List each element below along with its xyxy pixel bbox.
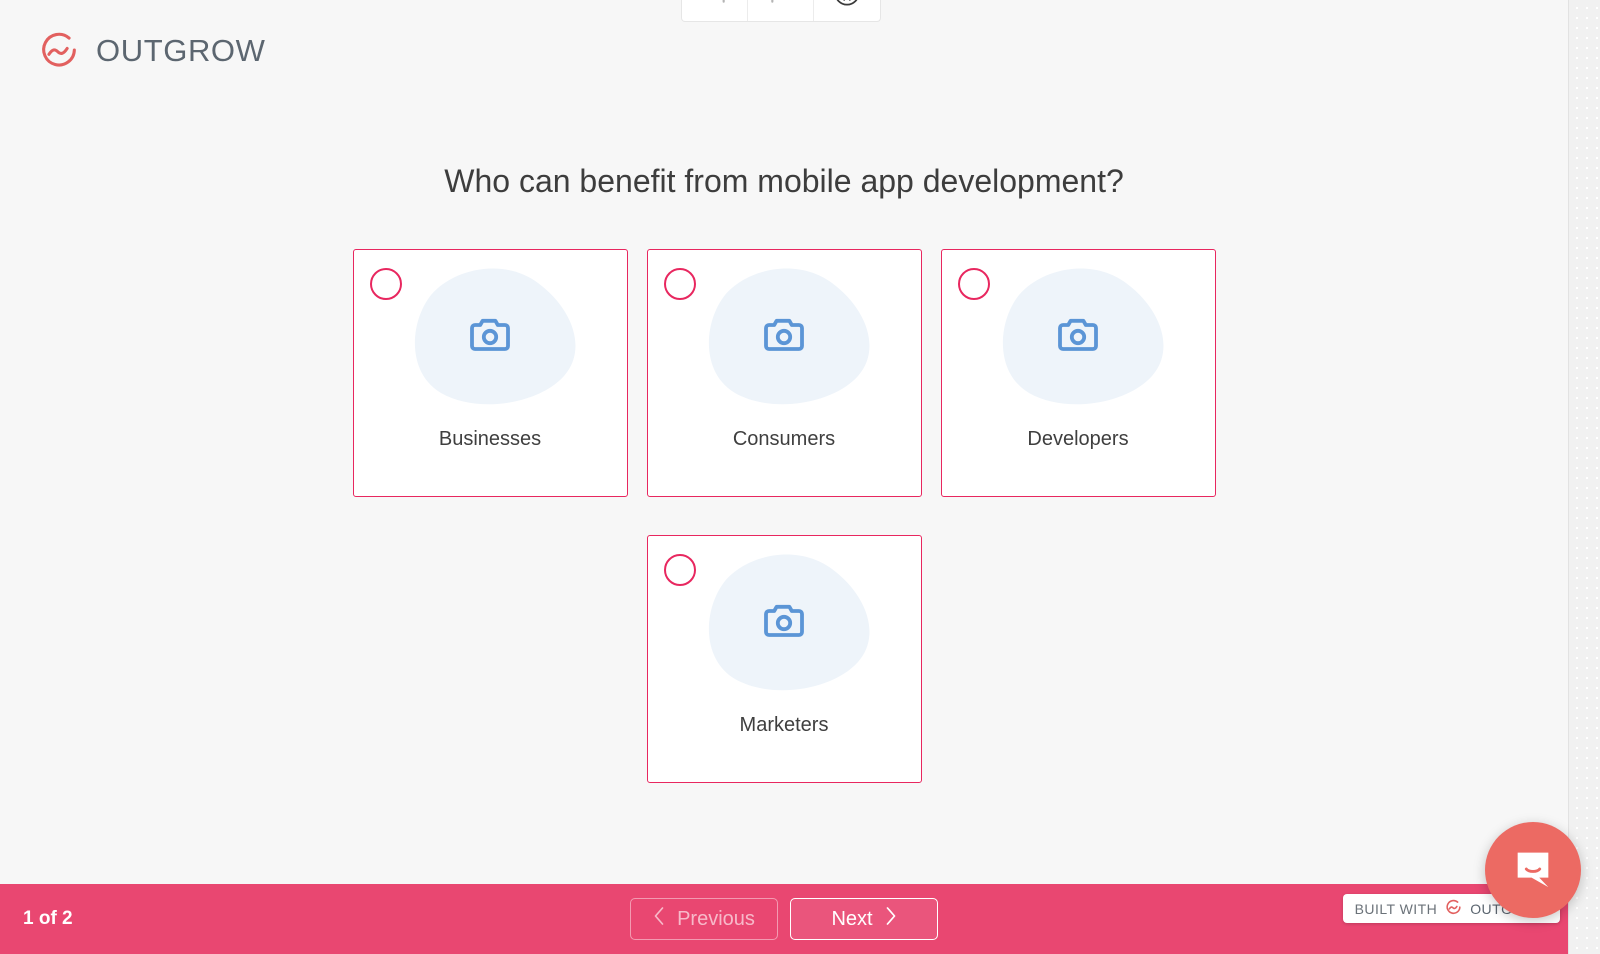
chat-launcher-button[interactable] bbox=[1485, 822, 1581, 918]
options-grid: Businesses Consumers Developers Marketer… bbox=[0, 249, 1568, 783]
question-title: Who can benefit from mobile app developm… bbox=[444, 163, 1124, 199]
accessibility-button[interactable] bbox=[814, 0, 880, 21]
chevron-left-icon bbox=[653, 906, 666, 932]
camera-placeholder-icon bbox=[760, 311, 808, 364]
option-card-developers[interactable]: Developers bbox=[940, 249, 1216, 497]
redo-button[interactable] bbox=[748, 0, 814, 21]
accessibility-icon bbox=[833, 0, 861, 7]
built-with-label: BUILT WITH bbox=[1354, 900, 1438, 917]
outgrow-logo-icon bbox=[1444, 898, 1463, 920]
next-button[interactable]: Next bbox=[790, 898, 938, 940]
next-button-label: Next bbox=[831, 907, 873, 930]
option-image bbox=[648, 536, 921, 711]
quiz-page: OUTGROW Who can benefit from mobile app … bbox=[0, 0, 1600, 954]
previous-button[interactable]: Previous bbox=[630, 898, 778, 940]
outgrow-logo[interactable]: OUTGROW bbox=[36, 28, 266, 74]
option-image bbox=[648, 250, 921, 425]
editor-toolbar bbox=[681, 0, 881, 22]
camera-placeholder-icon bbox=[466, 311, 514, 364]
nav-buttons: Previous Next bbox=[0, 898, 1568, 940]
option-label: Consumers bbox=[732, 428, 836, 450]
option-label: Developers bbox=[1027, 428, 1129, 450]
camera-placeholder-icon bbox=[760, 597, 808, 650]
option-image bbox=[942, 250, 1215, 425]
option-card-businesses[interactable]: Businesses bbox=[352, 249, 628, 497]
outgrow-logo-text: OUTGROW bbox=[96, 33, 266, 68]
right-dotted-rail bbox=[1569, 0, 1600, 954]
option-card-marketers[interactable]: Marketers bbox=[646, 535, 922, 783]
chat-bubble-icon bbox=[1510, 845, 1556, 896]
option-image bbox=[354, 250, 627, 425]
previous-button-label: Previous bbox=[677, 907, 755, 930]
footer-bar: 1 of 2 Previous Next bbox=[0, 884, 1568, 954]
option-label: Marketers bbox=[739, 714, 829, 736]
option-label: Businesses bbox=[438, 428, 542, 450]
undo-icon bbox=[702, 0, 728, 6]
chevron-right-icon bbox=[884, 906, 897, 932]
undo-button[interactable] bbox=[682, 0, 748, 21]
redo-icon bbox=[768, 0, 794, 6]
camera-placeholder-icon bbox=[1054, 311, 1102, 364]
option-card-consumers[interactable]: Consumers bbox=[646, 249, 922, 497]
outgrow-logo-icon bbox=[36, 28, 82, 74]
